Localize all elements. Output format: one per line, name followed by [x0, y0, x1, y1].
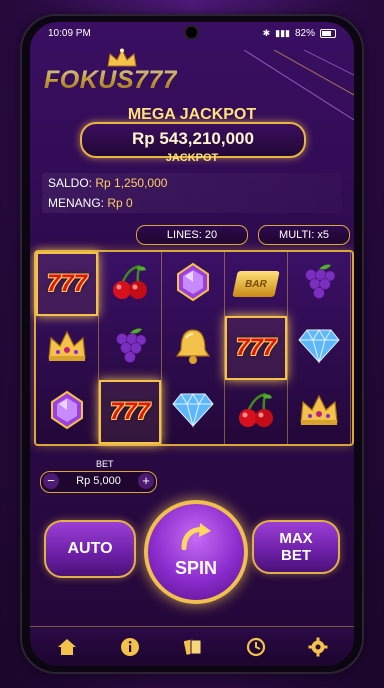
gold-bar-icon: BAR: [232, 271, 280, 297]
menang-label: MENANG:: [48, 196, 105, 210]
bottom-nav: [30, 626, 354, 666]
info-icon[interactable]: [117, 635, 143, 659]
reel-column: [288, 252, 351, 444]
bluetooth-icon: ✱: [262, 28, 271, 38]
grapes-icon: [110, 325, 150, 372]
brand-logo: FOKUS777: [44, 66, 178, 94]
reel-cell: [162, 252, 224, 316]
reel-cell: [288, 316, 350, 380]
bet-label: BET: [96, 459, 114, 469]
reel-column: [162, 252, 225, 444]
max-bet-button[interactable]: MAX BET: [252, 520, 340, 574]
saldo-value: Rp 1,250,000: [95, 176, 168, 190]
diamond-icon: [171, 392, 215, 433]
reel-cell: [162, 380, 224, 444]
battery-percent: 82%: [294, 28, 315, 39]
crown-icon: [297, 392, 341, 433]
game-screen: 10:09 PM ✱ ▮▮▮ 82% FOKUS777 MEGA JACKPOT…: [30, 22, 354, 666]
status-bar: 10:09 PM ✱ ▮▮▮ 82%: [30, 22, 354, 44]
home-icon[interactable]: [54, 635, 80, 659]
spin-button[interactable]: SPIN: [144, 500, 248, 604]
grapes-icon: [299, 261, 339, 308]
history-icon[interactable]: [243, 635, 269, 659]
menang-row: MENANG: Rp 0: [42, 193, 342, 213]
menang-value: Rp 0: [107, 196, 133, 210]
lines-indicator[interactable]: LINES: 20: [136, 225, 248, 245]
seven-icon: 777: [235, 334, 277, 361]
saldo-row: SALDO: Rp 1,250,000: [42, 173, 342, 193]
reel-column: 777: [99, 252, 162, 444]
reel-cell: [288, 380, 350, 444]
reel-cell: [288, 252, 350, 316]
reel-column: 777: [36, 252, 99, 444]
saldo-label: SALDO:: [48, 176, 93, 190]
reel-cell: [225, 380, 287, 444]
bet-stepper: − Rp 5,000 +: [40, 471, 157, 493]
reel-cell: BAR: [225, 252, 287, 316]
reel-cell: [36, 380, 98, 444]
signal-icon: ▮▮▮: [275, 28, 290, 38]
settings-icon[interactable]: [305, 635, 331, 659]
reel-cell: 777: [99, 380, 161, 444]
jackpot-label: JACKPOT: [165, 152, 219, 164]
crown-icon: [45, 328, 89, 369]
cherries-icon: [236, 390, 276, 435]
purple-gem-icon: [49, 390, 85, 435]
bell-icon: [173, 326, 213, 371]
jackpot-value: Rp 543,210,000: [132, 129, 254, 148]
purple-gem-icon: [175, 262, 211, 307]
reel-cell: [99, 252, 161, 316]
status-time: 10:09 PM: [48, 28, 91, 39]
camera-notch: [186, 27, 197, 38]
spin-arrow-icon: [181, 523, 211, 550]
slot-reels: 777 777 BAR 777: [34, 250, 354, 446]
reel-cell: [99, 316, 161, 380]
bet-increase-button[interactable]: +: [138, 473, 154, 489]
status-indicators: ✱ ▮▮▮ 82%: [263, 28, 336, 39]
seven-icon: 777: [109, 398, 151, 425]
cherries-icon: [110, 262, 150, 307]
reel-cell: 777: [225, 316, 287, 380]
reel-column: BAR 777: [225, 252, 288, 444]
paytable-icon[interactable]: [180, 635, 206, 659]
spin-label: SPIN: [174, 558, 217, 578]
auto-button[interactable]: AUTO: [44, 520, 136, 578]
phone-background: 10:09 PM ✱ ▮▮▮ 82% FOKUS777 MEGA JACKPOT…: [0, 0, 384, 688]
multi-indicator[interactable]: MULTI: x5: [258, 225, 350, 245]
battery-icon: [320, 29, 336, 38]
seven-icon: 777: [46, 270, 88, 297]
reel-cell: [162, 316, 224, 380]
reel-cell: 777: [36, 252, 98, 316]
logo-crown-icon: [107, 48, 137, 67]
reel-cell: [36, 316, 98, 380]
diamond-icon: [297, 328, 341, 369]
